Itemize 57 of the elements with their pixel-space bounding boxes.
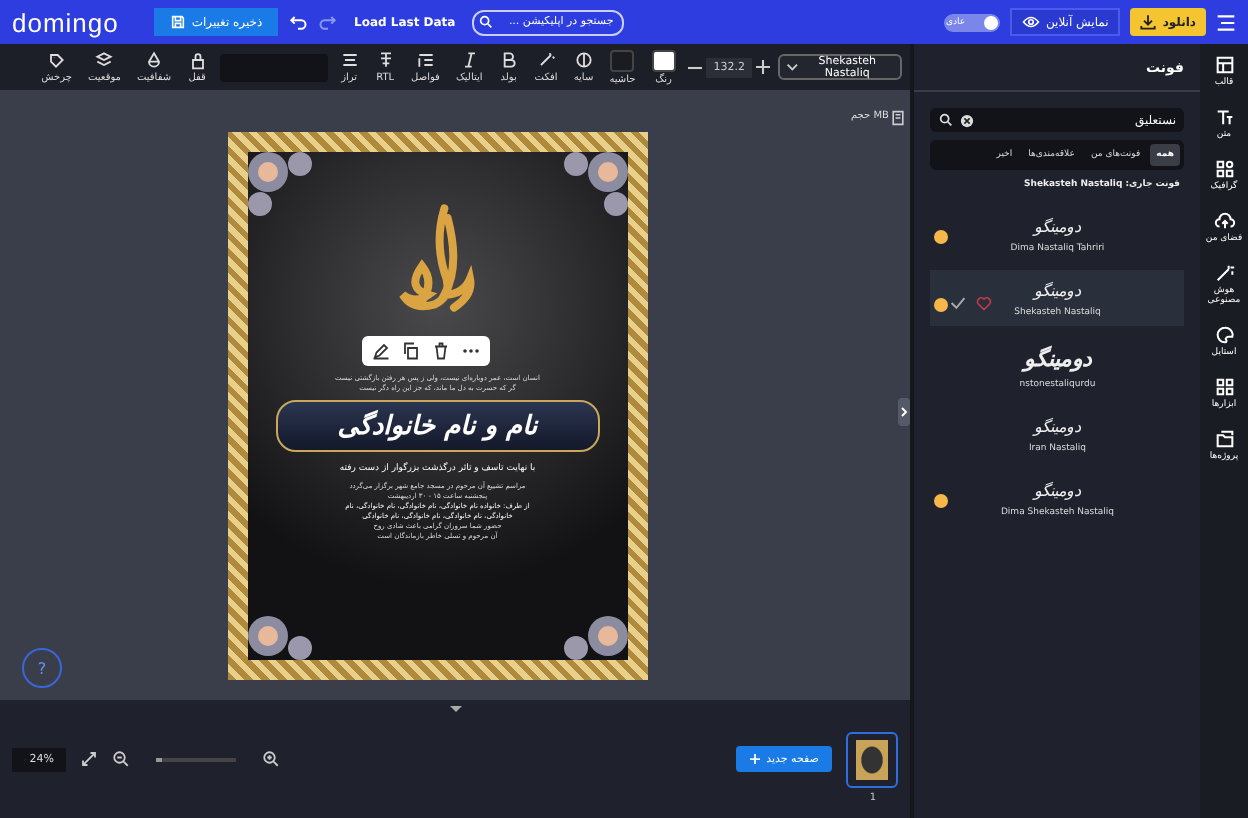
file-icon xyxy=(890,110,907,126)
opacity-icon xyxy=(144,50,165,70)
heart-icon[interactable] xyxy=(976,296,992,312)
clear-icon[interactable] xyxy=(960,113,975,127)
effect-icon xyxy=(536,50,557,70)
ornament-drawing xyxy=(563,152,628,216)
logo[interactable]: domingo xyxy=(12,7,144,37)
collapse-icon[interactable] xyxy=(446,704,466,714)
eye-icon xyxy=(1021,14,1040,30)
plus-icon[interactable] xyxy=(756,60,771,74)
shadow-icon xyxy=(573,50,594,70)
lock-icon xyxy=(187,50,208,70)
palette-icon xyxy=(1213,324,1235,346)
page-thumbnail[interactable] xyxy=(846,731,899,787)
check-icon xyxy=(950,296,966,310)
search-icon[interactable] xyxy=(938,112,955,128)
align-icon xyxy=(339,50,360,70)
font-preview: دومینگو xyxy=(1023,346,1092,372)
save-icon xyxy=(169,14,186,30)
magic-wand-icon xyxy=(1213,262,1235,284)
zoom-out-icon[interactable] xyxy=(112,750,130,768)
collapse-panel-icon[interactable] xyxy=(898,398,911,426)
rtl-icon xyxy=(375,50,396,70)
font-preview: دومینگو xyxy=(1033,218,1082,236)
undo-icon[interactable] xyxy=(288,12,308,32)
italic-icon xyxy=(459,50,480,70)
title-banner[interactable]: نام و نام خانوادگی xyxy=(275,400,600,452)
poster-title[interactable]: نام و نام خانوادگی xyxy=(337,411,538,441)
spacing-icon xyxy=(415,50,436,70)
ornament-drawing xyxy=(247,152,312,216)
template-icon xyxy=(1213,54,1235,76)
redo-icon[interactable] xyxy=(318,12,338,32)
zoom-in-icon[interactable] xyxy=(262,750,280,768)
plus-icon xyxy=(750,754,761,764)
more-icon[interactable] xyxy=(461,348,480,354)
font-preview: دومینگو xyxy=(1033,482,1082,500)
graphics-icon xyxy=(1213,158,1235,180)
trash-icon[interactable] xyxy=(431,342,450,360)
poster-design[interactable] xyxy=(227,132,648,680)
font-preview: دومینگو xyxy=(1033,418,1082,436)
cloud-upload-icon xyxy=(1213,210,1235,232)
text-icon xyxy=(1213,106,1235,128)
folder-icon xyxy=(1213,428,1235,450)
grid-icon xyxy=(1213,376,1235,398)
copy-icon[interactable] xyxy=(401,342,420,360)
bold-icon xyxy=(498,50,519,70)
fullscreen-icon[interactable] xyxy=(80,750,98,768)
tag-icon xyxy=(46,50,67,70)
layers-icon xyxy=(94,50,115,70)
font-preview: دومینگو xyxy=(1033,282,1082,300)
ornament-drawing xyxy=(563,616,628,660)
download-icon xyxy=(1140,14,1157,30)
ornament-drawing xyxy=(247,616,312,660)
menu-icon[interactable] xyxy=(1216,13,1236,31)
search-icon xyxy=(477,14,494,30)
edit-icon[interactable] xyxy=(371,342,390,360)
minus-icon[interactable] xyxy=(687,65,702,69)
